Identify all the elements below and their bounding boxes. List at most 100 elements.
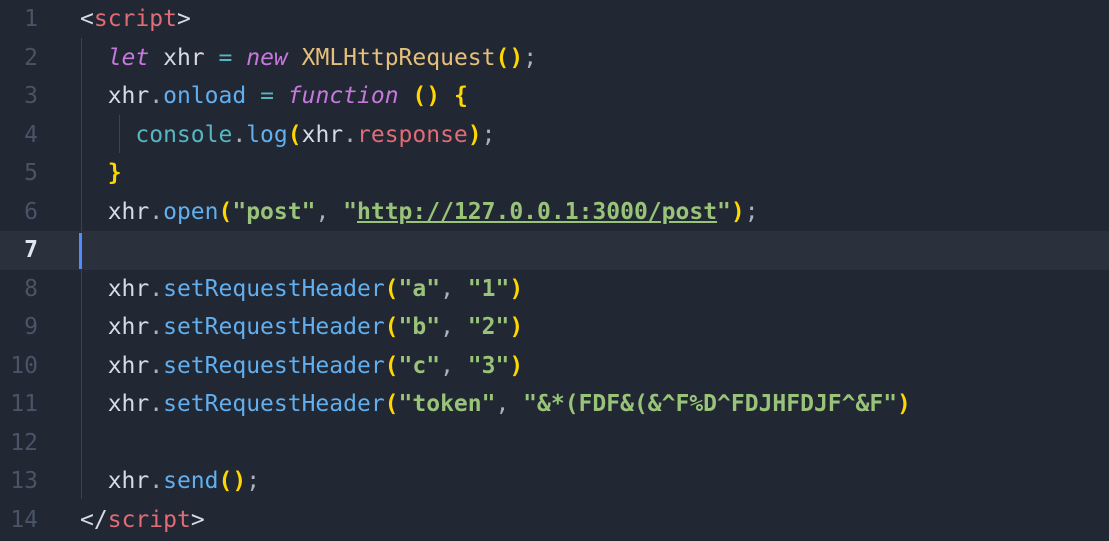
code-token: send [163,468,219,494]
code-text[interactable]: xhr.setRequestHeader("c", "3") [80,347,523,386]
code-token: ; [744,198,759,225]
code-token: < [80,6,94,32]
code-line[interactable]: 8 xhr.setRequestHeader("a", "1") [0,270,1109,309]
code-token: setRequestHeader [163,391,385,417]
code-token: response [357,121,468,148]
code-token: xhr [107,468,150,494]
code-text[interactable]: let xhr = new XMLHttpRequest(); [80,39,537,78]
code-token: < [80,506,94,533]
code-token: "a" [398,275,441,302]
code-token: setRequestHeader [163,352,385,379]
code-token: } [107,160,122,186]
code-token: . [149,391,164,417]
code-token: xhr [107,198,150,225]
code-line[interactable]: 3 xhr.onload = function () { [0,77,1109,116]
code-token: "token" [398,391,496,417]
code-token: > [176,6,191,32]
line-number: 10 [10,352,38,379]
code-line[interactable]: 6 xhr.open("post", "http://127.0.0.1:300… [0,193,1109,232]
line-number: 12 [10,429,38,456]
code-line[interactable]: 4 console.log(xhr.response); [0,116,1109,155]
code-line[interactable]: 2 let xhr = new XMLHttpRequest(); [0,39,1109,78]
code-token: , [440,275,468,302]
code-token: xhr [107,391,150,417]
code-text[interactable]: xhr.open("post", "http://127.0.0.1:3000/… [80,193,759,232]
text-cursor [79,233,82,269]
line-number: 4 [24,121,38,148]
code-token: "&*(FDF&(&^F%D^FDJHFDJF^&F" [523,391,898,417]
code-line[interactable]: 14 </script> [0,501,1109,540]
code-text[interactable]: xhr.onload = function () { [80,77,468,116]
code-token: "c" [398,352,441,379]
line-number: 8 [24,275,38,302]
code-line[interactable]: 7 [0,231,1109,270]
line-number: 3 [24,83,38,109]
code-token: / [93,506,108,533]
code-token: let [107,44,150,71]
code-token: . [149,275,164,302]
line-number: 5 [24,160,38,186]
code-token: setRequestHeader [163,275,385,302]
code-token: xhr [107,83,150,109]
code-editor[interactable]: 1 <script> 2 let xhr = new XMLHttpRequest(… [0,0,1109,541]
code-token: xhr [107,314,150,340]
code-text[interactable]: </script> [80,501,205,540]
line-number: 14 [10,506,38,533]
code-token: > [190,506,205,533]
code-token: " [343,198,358,225]
code-token: . [149,314,164,340]
code-text[interactable]: xhr.setRequestHeader("b", "2") [80,308,523,347]
code-token: "3" [467,352,510,379]
code-line[interactable]: 12 [0,424,1109,463]
code-token: new [246,44,288,71]
code-line[interactable]: 5 } [0,154,1109,193]
code-token: ) [897,391,911,417]
code-text[interactable]: } [80,154,122,193]
code-token: ) [467,121,482,148]
code-text[interactable]: xhr.setRequestHeader("a", "1") [80,270,523,309]
code-token: open [163,198,219,225]
code-token: ) [509,352,524,379]
code-token: ( [384,314,399,340]
code-token: = [260,83,274,109]
code-token: "b" [398,314,441,340]
code-token: ; [481,121,496,148]
code-token: "1" [467,275,510,302]
line-number: 2 [24,44,38,71]
code-line[interactable]: 13 xhr.send(); [0,462,1109,501]
code-text[interactable]: console.log(xhr.response); [80,116,496,155]
code-token: . [149,198,164,225]
code-line[interactable]: 10 xhr.setRequestHeader("c", "3") [0,347,1109,386]
code-text[interactable]: xhr.setRequestHeader("token", "&*(FDF&(&… [80,385,911,424]
code-token: , [495,391,524,417]
line-number: 13 [10,468,38,494]
code-token: xhr [149,44,219,71]
code-token: { [453,83,468,109]
code-token: () [495,44,524,71]
code-text[interactable]: <script> [80,0,191,39]
code-token: ( [287,121,302,148]
code-token: XMLHttpRequest [301,44,496,71]
code-token: ) [509,275,524,302]
code-text[interactable]: xhr.send(); [80,462,260,501]
code-token: http://127.0.0.1:3000/post [357,198,718,225]
code-line[interactable]: 9 xhr.setRequestHeader("b", "2") [0,308,1109,347]
code-token: . [149,352,164,379]
code-token: "post" [232,198,316,225]
code-token: . [149,468,164,494]
code-line[interactable]: 11 xhr.setRequestHeader("token", "&*(FDF… [0,385,1109,424]
code-line[interactable]: 1 <script> [0,0,1109,39]
